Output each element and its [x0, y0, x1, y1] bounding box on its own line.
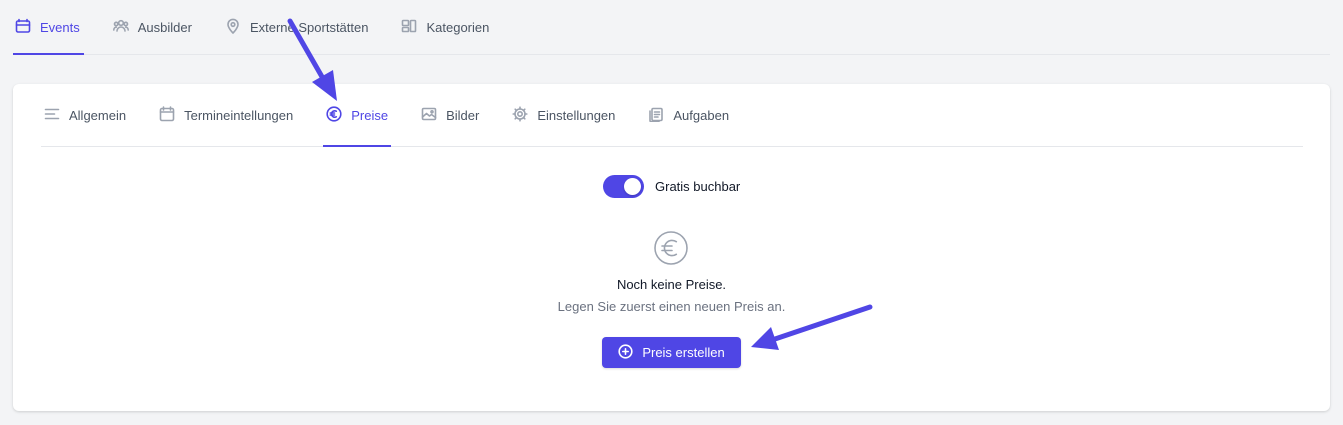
tab-einstellungen-label: Einstellungen — [537, 107, 616, 123]
event-sub-navigation: Allgemein Termineintellungen Preise Bild… — [41, 84, 1303, 147]
event-detail-card: Allgemein Termineintellungen Preise Bild… — [13, 84, 1330, 411]
tab-externe-sportstaetten[interactable]: Externe Sportstätten — [223, 0, 373, 54]
tab-bilder[interactable]: Bilder — [418, 84, 482, 146]
users-icon — [112, 18, 129, 37]
euro-circle-icon — [653, 230, 689, 266]
tab-ausbilder-label: Ausbilder — [137, 19, 192, 35]
tab-aufgaben-label: Aufgaben — [673, 107, 730, 123]
menu-lines-icon — [44, 106, 60, 125]
image-icon — [421, 106, 437, 125]
gratis-buchbar-toggle[interactable] — [603, 175, 644, 198]
tab-termineintellungen[interactable]: Termineintellungen — [156, 84, 296, 146]
tab-ausbilder[interactable]: Ausbilder — [111, 0, 196, 54]
top-navigation: Events Ausbilder Externe Sportstätten Ka… — [13, 0, 1330, 55]
gratis-buchbar-label: Gratis buchbar — [655, 179, 741, 194]
tab-aufgaben[interactable]: Aufgaben — [645, 84, 732, 146]
gear-icon — [512, 105, 528, 125]
tab-kategorien-label: Kategorien — [426, 19, 490, 35]
gratis-toggle-row: Gratis buchbar — [603, 175, 740, 198]
tab-events[interactable]: Events — [13, 0, 84, 55]
tab-kategorien[interactable]: Kategorien — [399, 0, 493, 54]
empty-state-title: Noch keine Preise. — [616, 277, 727, 292]
clipboard-icon — [648, 106, 664, 125]
plus-circle-icon — [618, 343, 633, 362]
empty-state-subtitle: Legen Sie zuerst einen neuen Preis an. — [557, 299, 786, 314]
calendar-box-icon — [15, 18, 31, 37]
categories-icon — [401, 18, 417, 37]
tab-preise-label: Preise — [351, 107, 389, 123]
create-price-button[interactable]: Preis erstellen — [602, 337, 741, 368]
create-price-button-label: Preis erstellen — [642, 345, 725, 360]
map-pin-icon — [225, 18, 241, 37]
tab-externe-sportstaetten-label: Externe Sportstätten — [249, 19, 369, 35]
toggle-knob — [624, 178, 641, 195]
tab-events-label: Events — [40, 19, 80, 35]
tab-allgemein[interactable]: Allgemein — [41, 84, 129, 146]
tab-einstellungen[interactable]: Einstellungen — [509, 84, 618, 146]
calendar-icon — [159, 105, 175, 125]
tab-bilder-label: Bilder — [446, 107, 480, 123]
tab-preise[interactable]: Preise — [323, 84, 391, 147]
euro-circle-icon — [326, 105, 342, 125]
tab-termineintellungen-label: Termineintellungen — [184, 107, 294, 123]
tab-allgemein-label: Allgemein — [69, 107, 127, 123]
